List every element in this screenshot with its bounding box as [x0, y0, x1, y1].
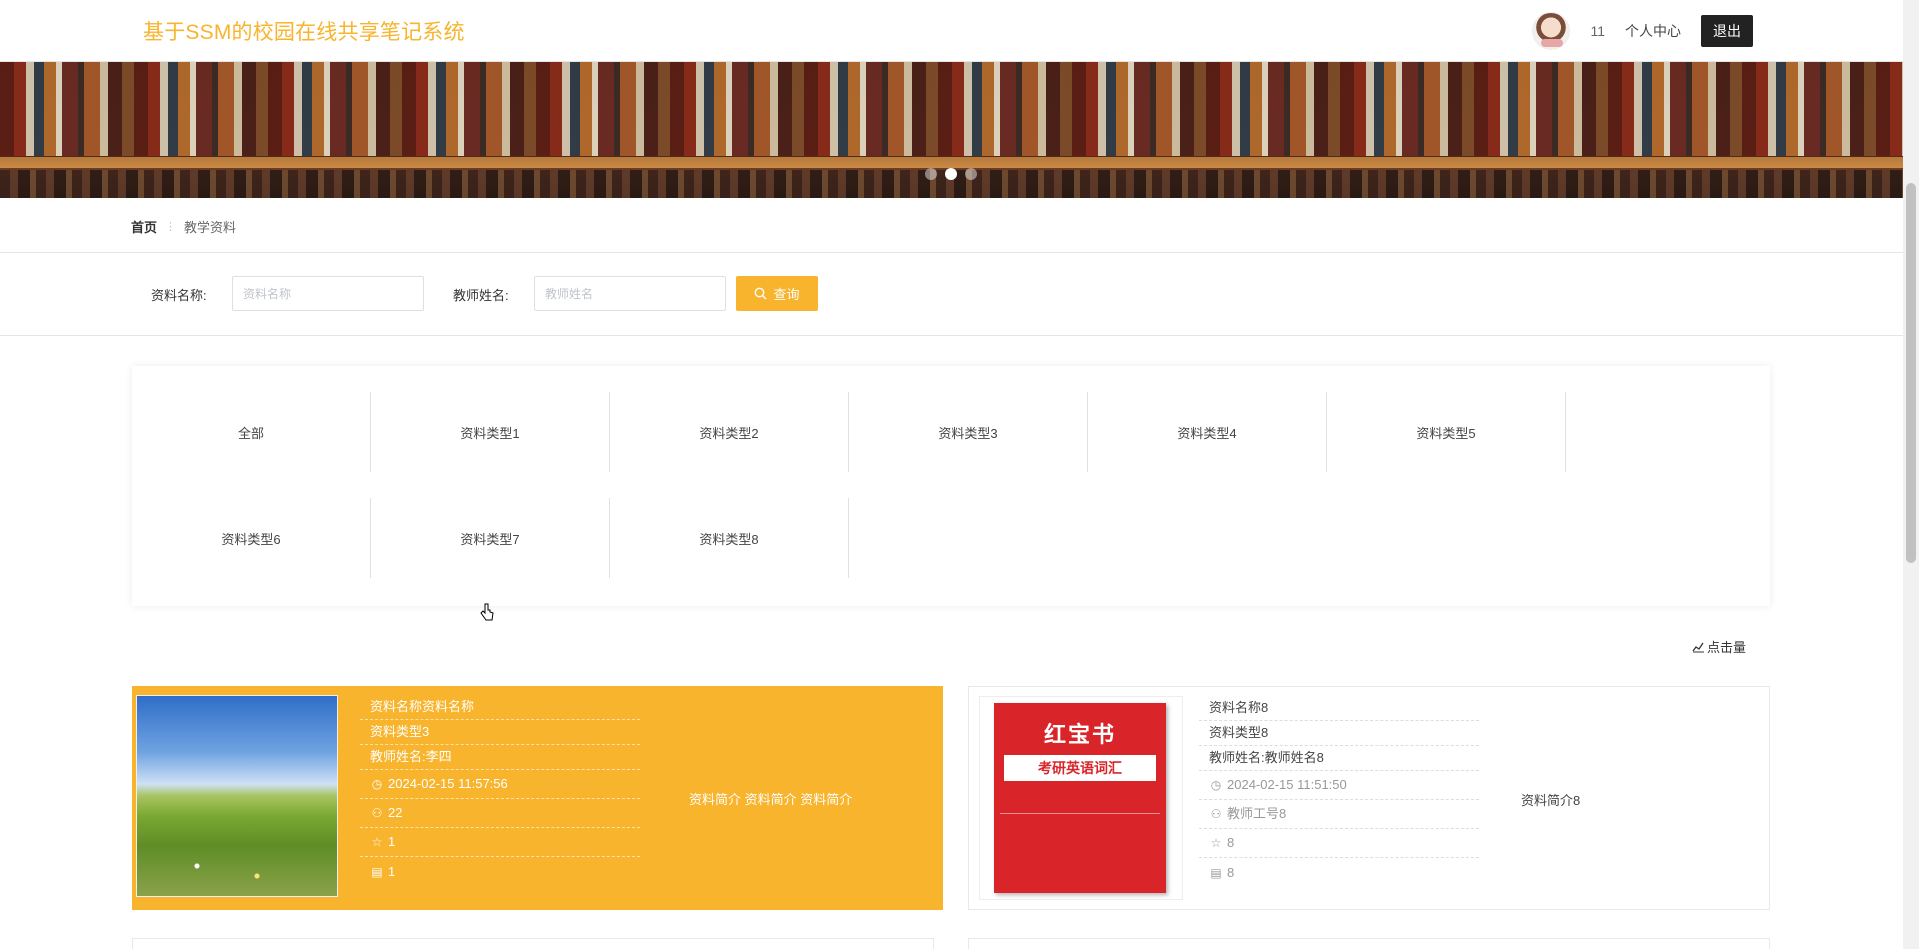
category-type-4[interactable]: 资料类型4: [1088, 392, 1327, 472]
material-info: 资料名称8 资料类型8 教师姓名:教师姓名8 ◷ 2024-02-15 11:51…: [1199, 696, 1479, 887]
top-navbar: 基于SSM的校园在线共享笔记系统 11 个人中心 退出: [0, 0, 1903, 62]
material-cover-image[interactable]: [136, 695, 338, 897]
material-favorites-row: ☆ 1: [360, 828, 640, 857]
material-comments: 1: [388, 863, 396, 879]
carousel-dot-3[interactable]: [965, 168, 977, 180]
hand-cursor-icon: [480, 603, 494, 621]
divider: [0, 252, 1903, 253]
comment-icon: ▤: [1210, 865, 1222, 880]
clock-icon: ◷: [1210, 778, 1222, 792]
material-name: 资料名称8: [1199, 696, 1479, 721]
query-button[interactable]: 查询: [736, 276, 818, 311]
breadcrumb-current: 教学资料: [184, 220, 237, 235]
material-user-row: ⚇ 教师工号8: [1199, 800, 1479, 829]
category-type-6[interactable]: 资料类型6: [132, 498, 371, 578]
material-favorites-row: ☆ 8: [1199, 829, 1479, 858]
material-cover-image[interactable]: 红宝书 考研英语词汇: [979, 696, 1183, 900]
profile-link[interactable]: 个人中心: [1625, 21, 1681, 41]
user-area: 11 个人中心 退出: [1532, 10, 1753, 52]
book-cover-subtitle: 考研英语词汇: [1004, 755, 1156, 781]
material-teacher: 教师姓名:李四: [360, 745, 640, 770]
comment-icon: ▤: [371, 864, 383, 879]
star-icon: ☆: [1210, 836, 1222, 850]
material-info: 资料名称资料名称 资料类型3 教师姓名:李四 ◷ 2024-02-15 11:57…: [360, 695, 640, 886]
material-card[interactable]: 资料名称资料名称 资料类型3 教师姓名:李四 ◷ 2024-02-15 11:57…: [132, 686, 943, 910]
search-icon: [755, 287, 767, 300]
material-user: 22: [388, 805, 403, 820]
banner-image: [0, 62, 1903, 156]
category-filter: 全部 资料类型1 资料类型2 资料类型3 资料类型4 资料类型5 资料类型6 资…: [132, 366, 1770, 606]
material-comments-row: ▤ 8: [1199, 858, 1479, 887]
material-time-row: ◷ 2024-02-15 11:51:50: [1199, 771, 1479, 800]
material-teacher: 教师姓名:教师姓名8: [1199, 746, 1479, 771]
material-card[interactable]: 红宝书 考研英语词汇 资料名称8 资料类型8 教师姓名:教师姓名8 ◷ 2024-…: [968, 686, 1770, 910]
material-favorites: 8: [1227, 835, 1235, 850]
category-type-5[interactable]: 资料类型5: [1327, 392, 1566, 472]
logout-button[interactable]: 退出: [1701, 15, 1753, 47]
category-type-7[interactable]: 资料类型7: [371, 498, 610, 578]
material-intro: 资料简介8: [1521, 792, 1581, 808]
material-comments-row: ▤ 1: [360, 857, 640, 886]
material-card-partial[interactable]: [968, 938, 1770, 949]
book-cover-line: [1000, 813, 1160, 814]
teacher-name-input[interactable]: [534, 276, 726, 311]
material-type: 资料类型8: [1199, 721, 1479, 746]
material-name-label: 资料名称:: [151, 288, 207, 303]
material-time: 2024-02-15 11:57:56: [388, 776, 508, 791]
query-button-label: 查询: [773, 287, 800, 302]
book-cover: 红宝书 考研英语词汇: [994, 703, 1166, 893]
material-user-row: ⚇ 22: [360, 799, 640, 828]
material-time-row: ◷ 2024-02-15 11:57:56: [360, 770, 640, 799]
user-icon: ⚇: [1210, 807, 1222, 821]
book-cover-title: 红宝书: [1043, 722, 1116, 748]
meadow-image: [137, 696, 337, 896]
breadcrumb-home[interactable]: 首页: [131, 217, 157, 236]
chart-icon: [1692, 642, 1704, 652]
carousel-dot-2[interactable]: [945, 168, 957, 180]
material-type: 资料类型3: [360, 720, 640, 745]
breadcrumb-separator: ⋮: [165, 221, 177, 233]
divider: [0, 335, 1903, 336]
carousel-dot-1[interactable]: [925, 168, 937, 180]
star-icon: ☆: [371, 835, 383, 849]
category-all[interactable]: 全部: [132, 392, 371, 472]
material-name-input[interactable]: [232, 276, 424, 311]
teacher-name-label: 教师姓名:: [453, 288, 509, 303]
vertical-scrollbar[interactable]: [1903, 0, 1919, 949]
category-type-8[interactable]: 资料类型8: [610, 498, 849, 578]
sort-by-clicks-label: 点击量: [1707, 640, 1747, 655]
material-favorites: 1: [388, 834, 396, 849]
material-user: 教师工号8: [1227, 806, 1287, 821]
material-name: 资料名称资料名称: [360, 695, 640, 720]
category-type-3[interactable]: 资料类型3: [849, 392, 1088, 472]
breadcrumb: 首页 ⋮ 教学资料: [131, 217, 236, 236]
category-type-1[interactable]: 资料类型1: [371, 392, 610, 472]
clock-icon: ◷: [371, 777, 383, 791]
user-avatar[interactable]: [1532, 12, 1571, 50]
user-name: 11: [1590, 23, 1605, 39]
page: 基于SSM的校园在线共享笔记系统 11 个人中心 退出 首页 ⋮ 教学资料 资料…: [0, 0, 1903, 949]
sort-by-clicks[interactable]: 点击量: [1692, 637, 1746, 656]
carousel-indicators: [925, 168, 977, 180]
material-comments: 8: [1227, 864, 1235, 880]
scrollbar-thumb[interactable]: [1906, 183, 1916, 563]
category-type-2[interactable]: 资料类型2: [610, 392, 849, 472]
banner-carousel[interactable]: [0, 62, 1903, 198]
material-card-partial[interactable]: [132, 938, 934, 949]
search-bar: 资料名称: 教师姓名: 查询: [0, 276, 1903, 312]
material-intro: 资料简介 资料简介 资料简介: [689, 791, 853, 807]
site-title[interactable]: 基于SSM的校园在线共享笔记系统: [143, 16, 465, 46]
material-time: 2024-02-15 11:51:50: [1227, 777, 1347, 792]
user-icon: ⚇: [371, 806, 383, 820]
